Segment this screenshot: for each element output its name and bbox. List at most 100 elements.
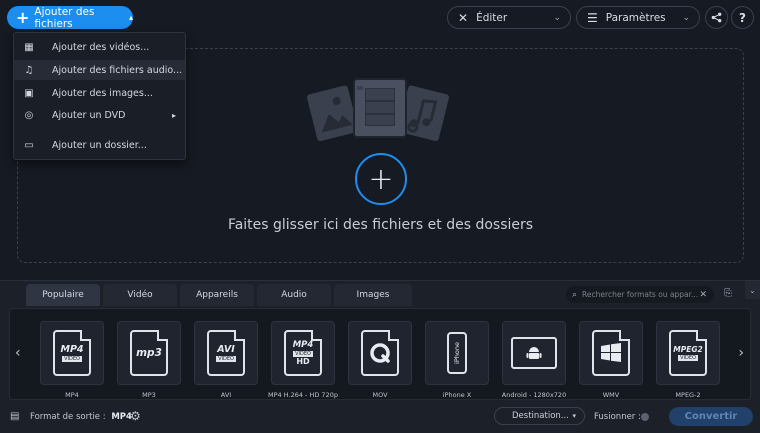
icon-text: iPhone — [453, 342, 462, 364]
windows-logo — [601, 343, 621, 362]
format-tile-avi[interactable]: AVI VIDEO AVI — [192, 321, 260, 399]
output-format-caption: Format de sortie : — [30, 412, 106, 422]
tab-populaire[interactable]: Populaire — [26, 284, 100, 306]
format-icon-box — [502, 321, 566, 385]
format-tile-mp4[interactable]: MP4 VIDEO MP4 — [38, 321, 106, 399]
folder-icon: ▭ — [24, 139, 34, 151]
tools-icon: ✕ — [458, 10, 469, 25]
format-carousel: ‹ MP4 VIDEO MP4 mp3 MP3 AVI VIDEO AVI MP… — [9, 308, 751, 400]
destination-label: Destination... — [512, 411, 569, 421]
media-files-icon — [307, 78, 449, 142]
format-tile-mp3[interactable]: mp3 MP3 — [115, 321, 183, 399]
image-icon: ▣ — [24, 87, 34, 99]
windows-icon — [592, 330, 630, 376]
merge-toggle[interactable] — [641, 413, 653, 421]
format-tabs: Populaire Vidéo Appareils Audio Images — [26, 284, 412, 306]
tab-images[interactable]: Images — [334, 284, 412, 306]
search-placeholder: Rechercher formats ou appar... — [582, 290, 699, 299]
menu-item-add-folder[interactable]: ▭ Ajouter un dossier... — [14, 135, 185, 155]
top-toolbar: + Ajouter des fichiers ▴ ✕ Éditer ⌄ ☰ Pa… — [0, 0, 760, 34]
format-tile-mpeg2[interactable]: MPEG2 VIDEO MPEG-2 — [654, 321, 722, 399]
format-tile-mov[interactable]: MOV — [346, 321, 414, 399]
mp3-icon: mp3 — [130, 330, 168, 376]
quicktime-logo — [370, 343, 390, 363]
music-note-icon: ♫ — [24, 64, 34, 76]
format-tile-android[interactable]: Android - 1280x720 — [500, 321, 568, 399]
format-label: AVI — [220, 391, 232, 399]
tab-appareils[interactable]: Appareils — [180, 284, 254, 306]
destination-dropdown[interactable]: Destination... ▾ — [494, 407, 585, 425]
share-button[interactable] — [705, 6, 728, 29]
avi-icon: AVI VIDEO — [207, 330, 245, 376]
output-format-icon: ▤ — [10, 411, 20, 422]
icon-text: MP4 — [292, 340, 314, 350]
menu-item-add-audio[interactable]: ♫ Ajouter des fichiers audio... — [14, 60, 185, 80]
share-icon — [711, 12, 722, 23]
output-format-label: Format de sortie : MP4 — [30, 412, 132, 422]
merge-label: Fusionner : — [594, 412, 641, 422]
chevron-down-icon: ▾ — [572, 412, 576, 420]
mp4-icon: MP4 VIDEO — [53, 330, 91, 376]
iphone-icon: iPhone — [447, 332, 467, 374]
format-search-input[interactable]: ⌕ Rechercher formats ou appar... ✕ — [566, 286, 714, 303]
collapse-panel-button[interactable]: ⌄ — [745, 281, 760, 299]
format-icon-box — [579, 321, 643, 385]
video-icon: ▦ — [24, 41, 34, 53]
format-icon-box: MP4 VIDEO — [40, 321, 104, 385]
format-icon-box: AVI VIDEO — [194, 321, 258, 385]
search-icon: ⌕ — [572, 289, 578, 300]
format-tile-mp4-hd[interactable]: MP4 VIDEO HD MP4 H.264 - HD 720p — [268, 321, 338, 399]
format-label: MOV — [372, 391, 388, 399]
chevron-right-icon: ▸ — [171, 110, 176, 120]
icon-subtext: VIDEO — [216, 356, 236, 362]
format-icon-box — [348, 321, 412, 385]
settings-dropdown[interactable]: ☰ Paramètres ⌄ — [576, 6, 700, 29]
gear-icon[interactable]: ⚙ — [130, 409, 141, 423]
android-icon — [511, 337, 557, 369]
add-files-circle-button[interactable]: + — [355, 153, 407, 205]
footer-bar: ▤ Format de sortie : MP4 ⚙ Destination..… — [0, 401, 760, 433]
settings-label: Paramètres — [605, 11, 666, 24]
clear-icon[interactable]: ✕ — [699, 290, 707, 300]
mp4-hd-icon: MP4 VIDEO HD — [284, 330, 322, 376]
menu-item-add-dvd[interactable]: ◎ Ajouter un DVD ▸ — [14, 105, 185, 125]
icon-text: mp3 — [136, 347, 162, 359]
menu-item-label: Ajouter des images... — [52, 87, 153, 99]
output-format-value: MP4 — [111, 412, 132, 422]
chevron-down-icon: ⌄ — [682, 12, 690, 23]
icon-text: MP4 — [60, 344, 84, 355]
device-detect-icon[interactable]: ⎘ — [724, 288, 732, 299]
add-files-menu: ▦ Ajouter des vidéos... ♫ Ajouter des fi… — [13, 32, 186, 160]
sliders-icon: ☰ — [587, 10, 598, 25]
format-label: MP3 — [142, 391, 156, 399]
format-label: MP4 H.264 - HD 720p — [268, 391, 338, 399]
dvd-icon: ◎ — [24, 109, 34, 121]
chevron-right-icon[interactable]: › — [738, 345, 744, 361]
plus-icon: + — [16, 7, 30, 27]
add-files-label: Ajouter des fichiers — [34, 5, 95, 30]
quicktime-icon — [361, 330, 399, 376]
icon-hd-text: HD — [296, 357, 310, 366]
mpeg2-icon: MPEG2 VIDEO — [669, 330, 707, 376]
help-icon: ? — [739, 10, 746, 25]
menu-item-label: Ajouter un dossier... — [52, 139, 147, 151]
chevron-left-icon[interactable]: ‹ — [15, 345, 21, 361]
format-label: Android - 1280x720 — [501, 391, 567, 399]
format-icon-box: iPhone — [425, 321, 489, 385]
edit-label: Éditer — [476, 11, 508, 24]
tab-audio[interactable]: Audio — [257, 284, 331, 306]
edit-dropdown[interactable]: ✕ Éditer ⌄ — [447, 6, 571, 29]
format-tile-iphone[interactable]: iPhone iPhone X — [423, 321, 491, 399]
format-tile-wmv[interactable]: WMV — [577, 321, 645, 399]
help-button[interactable]: ? — [731, 6, 754, 29]
format-label: iPhone X — [442, 391, 472, 399]
convert-button[interactable]: Convertir — [669, 407, 753, 426]
menu-item-label: Ajouter des fichiers audio... — [52, 64, 183, 76]
chevron-down-icon: ⌄ — [749, 285, 756, 295]
format-label: WMV — [602, 391, 620, 399]
add-files-button[interactable]: + Ajouter des fichiers ▴ — [7, 5, 133, 30]
menu-item-add-videos[interactable]: ▦ Ajouter des vidéos... — [14, 37, 185, 57]
tab-video[interactable]: Vidéo — [103, 284, 177, 306]
toggle-knob — [641, 413, 649, 421]
menu-item-add-images[interactable]: ▣ Ajouter des images... — [14, 83, 185, 103]
